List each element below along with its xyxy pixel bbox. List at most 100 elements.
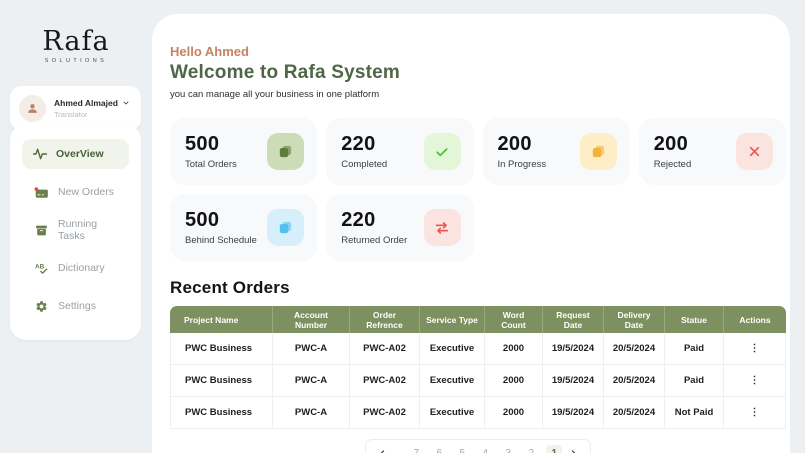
page-2[interactable]: 2 [523,445,539,453]
gear-icon [34,300,49,313]
stat-label: Behind Schedule [185,235,257,246]
table-row: PWC Business PWC-A PWC-A02 Executive 200… [170,365,786,397]
col-word-count: Word Count [485,306,543,333]
col-project-name: Project Name [170,306,273,333]
page-7[interactable]: 7 [408,445,424,453]
x-icon [736,133,773,170]
cell-request: 19/5/2024 [543,333,604,365]
cell-words: 2000 [485,397,543,429]
page-title: Welcome to Rafa System [170,62,786,84]
cell-delivery: 20/5/2024 [604,397,665,429]
sidebar: Rafa SOLUTIONS Ahmed Almajed Translator [0,0,152,453]
cell-service: Executive [420,333,485,365]
cell-project: PWC Business [170,397,273,429]
row-actions-button[interactable]: ⋮ [750,407,760,418]
stat-label: In Progress [498,159,547,170]
sidebar-item-overview[interactable]: OverView [22,139,129,169]
cell-reference: PWC-A02 [350,365,420,397]
table-row: PWC Business PWC-A PWC-A02 Executive 200… [170,397,786,429]
sidebar-item-running-tasks[interactable]: Running Tasks [24,215,129,245]
svg-text:AB: AB [35,263,45,270]
main-panel: Hello Ahmed Welcome to Rafa System you c… [152,14,790,453]
copy-icon [267,209,304,246]
stat-value: 220 [341,133,387,156]
logo-title: Rafa [0,28,152,55]
col-service-type: Service Type [420,306,485,333]
cell-delivery: 20/5/2024 [604,365,665,397]
pagination-ellipsis: .. [394,448,402,453]
stat-label: Returned Order [341,235,407,246]
recent-orders-title: Recent Orders [170,278,786,298]
sidebar-item-dictionary[interactable]: AB Dictionary [24,253,129,283]
cell-reference: PWC-A02 [350,333,420,365]
prev-icon[interactable] [378,449,387,453]
check-icon [424,133,461,170]
page-6[interactable]: 6 [431,445,447,453]
stat-card-rejected: 200 Rejected [639,118,786,185]
orders-table: Project Name Account Number Order Refren… [170,306,786,429]
table-row: PWC Business PWC-A PWC-A02 Executive 200… [170,333,786,365]
status-badge: Paid [665,365,724,397]
card-icon [34,186,49,199]
sidebar-item-label: Settings [58,300,96,312]
sidebar-item-settings[interactable]: Settings [24,291,129,321]
sidebar-nav: OverView New Orders Runni [10,124,141,340]
stat-card-completed: 220 Completed [326,118,473,185]
cell-project: PWC Business [170,365,273,397]
cell-words: 2000 [485,365,543,397]
person-icon [26,102,39,115]
cell-account: PWC-A [273,333,350,365]
page-1[interactable]: 1 [546,445,562,453]
stat-card-total-orders: 500 Total Orders [170,118,317,185]
cell-account: PWC-A [273,397,350,429]
stat-value: 200 [654,133,692,156]
cell-words: 2000 [485,333,543,365]
stat-label: Total Orders [185,159,237,170]
stat-card-in-progress: 200 In Progress [483,118,630,185]
stat-label: Rejected [654,159,692,170]
cell-service: Executive [420,397,485,429]
col-status: Statue [665,306,724,333]
col-account-number: Account Number [273,306,350,333]
row-actions-button[interactable]: ⋮ [750,375,760,386]
cell-reference: PWC-A02 [350,397,420,429]
page-5[interactable]: 5 [454,445,470,453]
stat-label: Completed [341,159,387,170]
avatar [19,95,46,122]
inbox-icon [34,224,49,237]
page-3[interactable]: 3 [500,445,516,453]
status-badge: Not Paid [665,397,724,429]
cell-project: PWC Business [170,333,273,365]
col-request-date: Request Date [543,306,604,333]
sidebar-item-label: Running Tasks [58,218,119,242]
spellcheck-icon: AB [34,262,49,275]
copy-icon [580,133,617,170]
greeting: Hello Ahmed [170,44,786,59]
stat-value: 220 [341,209,407,232]
logo-subtitle: SOLUTIONS [0,58,152,64]
stat-value: 500 [185,209,257,232]
stat-card-behind-schedule: 500 Behind Schedule [170,194,317,261]
sidebar-item-new-orders[interactable]: New Orders [24,177,129,207]
col-actions: Actions [724,306,786,333]
stats-grid: 500 Total Orders 220 Completed [170,118,786,261]
user-role: Translator [54,110,130,119]
cell-service: Executive [420,365,485,397]
sidebar-item-label: OverView [56,148,104,160]
table-header-row: Project Name Account Number Order Refren… [170,306,786,333]
cell-request: 19/5/2024 [543,397,604,429]
page-4[interactable]: 4 [477,445,493,453]
activity-icon [32,148,47,160]
copy-icon [267,133,304,170]
logo: Rafa SOLUTIONS [0,28,152,64]
cell-delivery: 20/5/2024 [604,333,665,365]
chevron-down-icon [122,99,130,107]
sidebar-item-label: Dictionary [58,262,105,274]
col-order-reference: Order Refrence [350,306,420,333]
next-icon[interactable] [569,449,578,453]
row-actions-button[interactable]: ⋮ [750,343,760,354]
page-subtitle: you can manage all your business in one … [170,89,786,100]
col-delivery-date: Delivery Date [604,306,665,333]
stat-card-returned-order: 220 Returned Order [326,194,473,261]
status-badge: Paid [665,333,724,365]
